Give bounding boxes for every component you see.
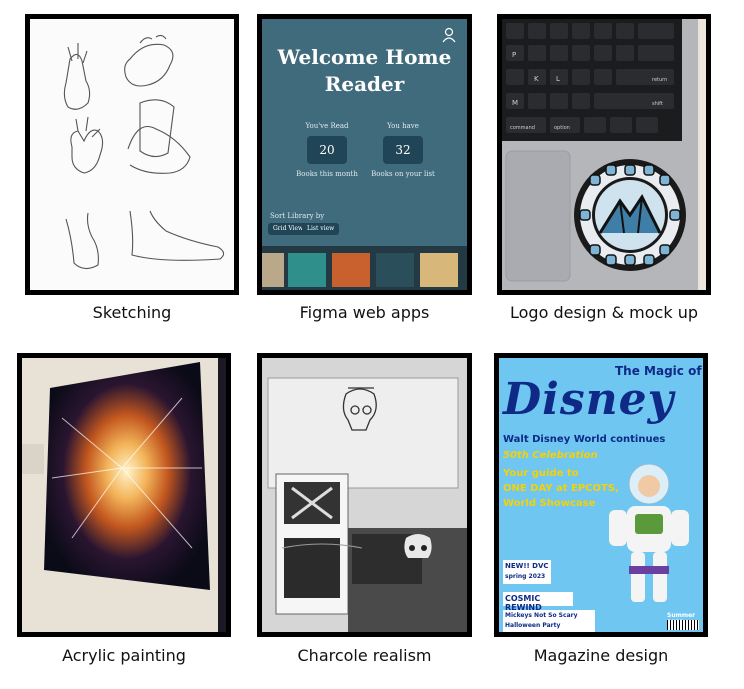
list-view-button[interactable]: List view <box>302 223 340 235</box>
caption-figma: Figma web apps <box>299 303 430 322</box>
charcoal-drawing-image <box>257 353 472 637</box>
promo-box-3: Mickeys Not So Scary Halloween Party <box>503 610 595 632</box>
caption-sketching: Sketching <box>92 303 172 322</box>
figma-title: Welcome Home Reader <box>277 45 452 96</box>
book-cover <box>332 253 370 287</box>
key-command: command <box>510 125 535 131</box>
galaxy-painting <box>22 358 226 632</box>
read-label: You've Read <box>305 122 349 130</box>
caption-logo: Logo design & mock up <box>510 303 698 322</box>
have-sub: Books on your list <box>371 170 435 178</box>
headline-2: 50th Celebration <box>503 450 598 461</box>
key-l: L <box>556 75 560 83</box>
have-count: 32 <box>383 136 423 164</box>
acrylic-painting-image <box>17 353 231 637</box>
key-option: option <box>554 125 570 131</box>
laptop-keyboard: P K L M return shift command option <box>502 19 706 290</box>
book-cover <box>376 253 414 287</box>
caption-charcoal: Charcole realism <box>297 646 432 665</box>
have-label: You have <box>387 122 419 130</box>
logo-mockup-image: P K L M return shift command option <box>497 14 711 295</box>
key-p: P <box>512 51 516 59</box>
figma-app-image: Welcome Home Reader You've Read 20 Books… <box>257 14 472 295</box>
barcode <box>667 620 699 630</box>
key-return: return <box>652 77 667 83</box>
logo-sticker <box>574 159 686 271</box>
sketch-hands-feet <box>63 34 225 270</box>
key-shift: shift <box>652 101 663 107</box>
book-cover <box>420 253 458 287</box>
magazine-logo: Disney <box>503 374 675 425</box>
user-icon <box>442 27 456 43</box>
read-count: 20 <box>307 136 347 164</box>
book-cover <box>262 253 284 287</box>
headline-1: Walt Disney World continues <box>503 434 666 445</box>
key-m: M <box>512 99 518 107</box>
sort-label: Sort Library by <box>270 212 325 220</box>
headline-3: Your guide to <box>503 468 579 479</box>
magazine-cover-image: The Magic of Disney Walt Disney World co… <box>494 353 708 637</box>
promo-box-2: COSMIC REWIND <box>503 592 573 612</box>
caption-magazine: Magazine design <box>533 646 669 665</box>
buzz-figure <box>609 463 689 602</box>
book-cover <box>288 253 326 287</box>
book-shelf <box>262 246 467 290</box>
caption-acrylic: Acrylic painting <box>62 646 186 665</box>
key-k: K <box>534 75 539 83</box>
charcoal-skulls <box>262 358 467 632</box>
headline-5: World Showcase <box>503 498 596 509</box>
read-sub: Books this month <box>296 170 358 178</box>
promo-box-1: NEW!! DVC spring 2023 <box>503 560 551 584</box>
sketching-image <box>25 14 239 295</box>
